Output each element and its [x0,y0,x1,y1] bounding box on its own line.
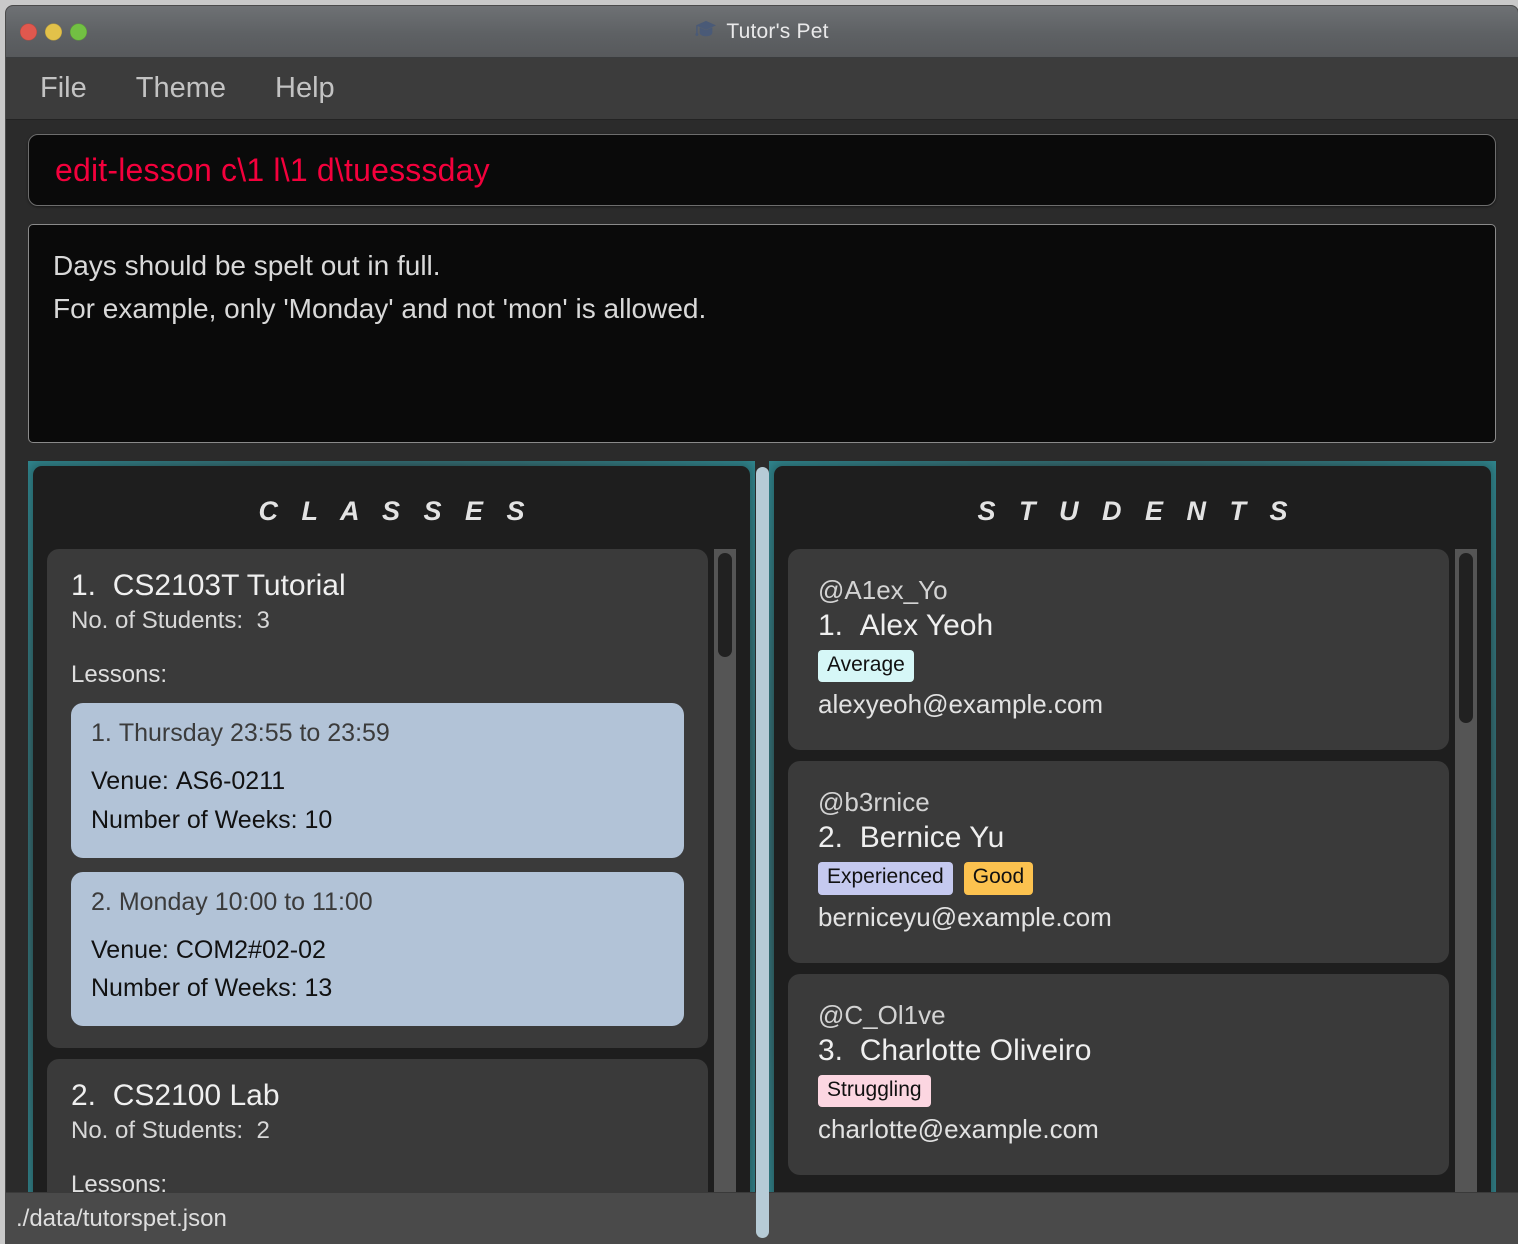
student-name: 2. Bernice Yu [818,821,1419,855]
student-tag[interactable]: Average [818,650,914,683]
students-scrollbar-thumb[interactable] [1459,553,1473,723]
student-name-text: Alex Yeoh [859,609,994,642]
student-tag-row: Struggling [818,1074,1419,1107]
lesson-weeks-value: 10 [304,805,333,834]
class-student-count-value: 2 [256,1117,270,1144]
lesson-schedule: 1. Thursday 23:55 to 23:59 [91,719,664,748]
classes-list-area: 1. CS2103T Tutorial No. of Students: 3 L… [47,549,736,1239]
student-name: 1. Alex Yeoh [818,609,1419,643]
class-index: 2. [71,1079,97,1112]
status-bar-file-path: ./data/tutorspet.json [16,1204,227,1232]
student-index: 3. [818,1033,844,1067]
command-input-box[interactable]: edit-lesson c\1 l\1 d\tuesssday [28,134,1496,206]
result-line: For example, only 'Monday' and not 'mon'… [53,293,707,325]
student-handle: @C_Ol1ve [818,999,946,1030]
class-name: CS2103T Tutorial [112,569,346,602]
classes-list[interactable]: 1. CS2103T Tutorial No. of Students: 3 L… [47,549,708,1239]
lesson-card[interactable]: 2. Monday 10:00 to 11:00 Venue: COM2#02-… [71,871,684,1026]
student-email: charlotte@example.com [818,1113,1099,1144]
student-name-text: Bernice Yu [859,821,1005,855]
student-card[interactable]: @C_Ol1ve 3. Charlotte Oliveiro Strugglin… [788,973,1449,1175]
student-card[interactable]: @A1ex_Yo 1. Alex Yeoh Average alexyeoh@e… [788,549,1449,751]
lesson-weeks-label: Number of Weeks: [91,805,298,834]
class-student-count: No. of Students: 3 [71,607,684,635]
lesson-venue-label: Venue: [91,935,169,964]
class-title: 1. CS2103T Tutorial [71,569,684,603]
menu-item-theme[interactable]: Theme [132,70,230,107]
class-index: 1. [71,569,97,602]
window-title-bar: Tutor's Pet [6,6,1518,58]
menu-bar: File Theme Help [6,58,1518,120]
split-pane-container: C L A S S E S 1. CS2103T Tutorial No. of… [28,461,1496,1244]
lesson-venue-label: Venue: [91,767,169,795]
classes-panel: C L A S S E S 1. CS2103T Tutorial No. of… [33,466,750,1239]
classes-scrollbar[interactable] [714,549,736,1239]
class-card[interactable]: 1. CS2103T Tutorial No. of Students: 3 L… [47,549,708,1048]
students-pane-glow: S T U D E N T S @A1ex_Yo 1. Alex Yeoh Av… [769,461,1496,1244]
student-tag-row: Average [818,650,1419,683]
window-title-group: Tutor's Pet [6,19,1518,44]
student-card[interactable]: @b3rnice 2. Bernice Yu Experienced Good … [788,761,1449,963]
maximize-button[interactable] [70,23,87,40]
student-handle: @A1ex_Yo [818,575,948,605]
student-index: 1. [818,609,844,642]
lesson-venue-value: AS6-0211 [175,767,286,795]
lesson-venue: Venue: COM2#02-02 [91,931,664,970]
command-input-value: edit-lesson c\1 l\1 d\tuesssday [55,151,490,188]
close-button[interactable] [20,23,37,40]
students-scrollbar[interactable] [1455,549,1477,1239]
classes-scrollbar-thumb[interactable] [718,553,732,657]
class-student-count-value: 3 [256,607,270,634]
main-body: edit-lesson c\1 l\1 d\tuesssday Days sho… [6,120,1518,1244]
result-line: Days should be spelt out in full. [53,250,441,281]
lesson-index: 2. [91,887,112,916]
class-student-count: No. of Students: 2 [71,1117,684,1145]
student-tag-row: Experienced Good [818,862,1419,895]
student-email: berniceyu@example.com [818,901,1112,932]
student-tag[interactable]: Good [963,862,1034,895]
class-student-count-label: No. of Students: [71,1117,244,1144]
classes-pane-glow: C L A S S E S 1. CS2103T Tutorial No. of… [28,461,755,1244]
student-name-text: Charlotte Oliveiro [859,1033,1092,1067]
menu-item-help[interactable]: Help [271,70,339,107]
students-panel-header: S T U D E N T S [977,496,1296,526]
lesson-weeks-value: 13 [304,974,333,1003]
lesson-schedule-text: Monday 10:00 to 11:00 [118,887,373,916]
student-handle: @b3rnice [818,787,930,818]
student-email: alexyeoh@example.com [818,689,1104,720]
lesson-index: 1. [91,719,112,747]
window-title: Tutor's Pet [726,19,829,43]
class-student-count-label: No. of Students: [71,607,244,634]
students-list-area: @A1ex_Yo 1. Alex Yeoh Average alexyeoh@e… [788,549,1477,1239]
result-display-box: Days should be spelt out in full. For ex… [28,224,1496,443]
lesson-venue: Venue: AS6-0211 [91,762,664,801]
student-tag[interactable]: Struggling [818,1074,931,1107]
window-controls [20,23,87,40]
lesson-weeks: Number of Weeks: 13 [91,969,664,1008]
lesson-venue-value: COM2#02-02 [175,935,326,964]
lesson-weeks-label: Number of Weeks: [91,974,298,1003]
student-index: 2. [818,821,844,855]
lesson-weeks: Number of Weeks: 10 [91,801,664,840]
split-pane-divider-handle[interactable] [755,467,769,1238]
student-tag[interactable]: Experienced [818,862,953,895]
classes-panel-header: C L A S S E S [258,496,533,526]
menu-item-file[interactable]: File [36,70,91,107]
minimize-button[interactable] [45,23,62,40]
students-list[interactable]: @A1ex_Yo 1. Alex Yeoh Average alexyeoh@e… [788,549,1449,1239]
lessons-label: Lessons: [71,661,168,688]
split-pane-divider[interactable] [755,461,769,1244]
class-name: CS2100 Lab [112,1079,280,1112]
graduation-cap-icon [695,19,717,44]
student-name: 3. Charlotte Oliveiro [818,1034,1419,1068]
lesson-card[interactable]: 1. Thursday 23:55 to 23:59 Venue: AS6-02… [71,703,684,858]
students-panel: S T U D E N T S @A1ex_Yo 1. Alex Yeoh Av… [774,466,1491,1239]
class-title: 2. CS2100 Lab [71,1079,684,1113]
lesson-schedule: 2. Monday 10:00 to 11:00 [91,888,664,917]
application-window: Tutor's Pet File Theme Help edit-lesson … [6,6,1518,1244]
lesson-schedule-text: Thursday 23:55 to 23:59 [118,719,390,747]
